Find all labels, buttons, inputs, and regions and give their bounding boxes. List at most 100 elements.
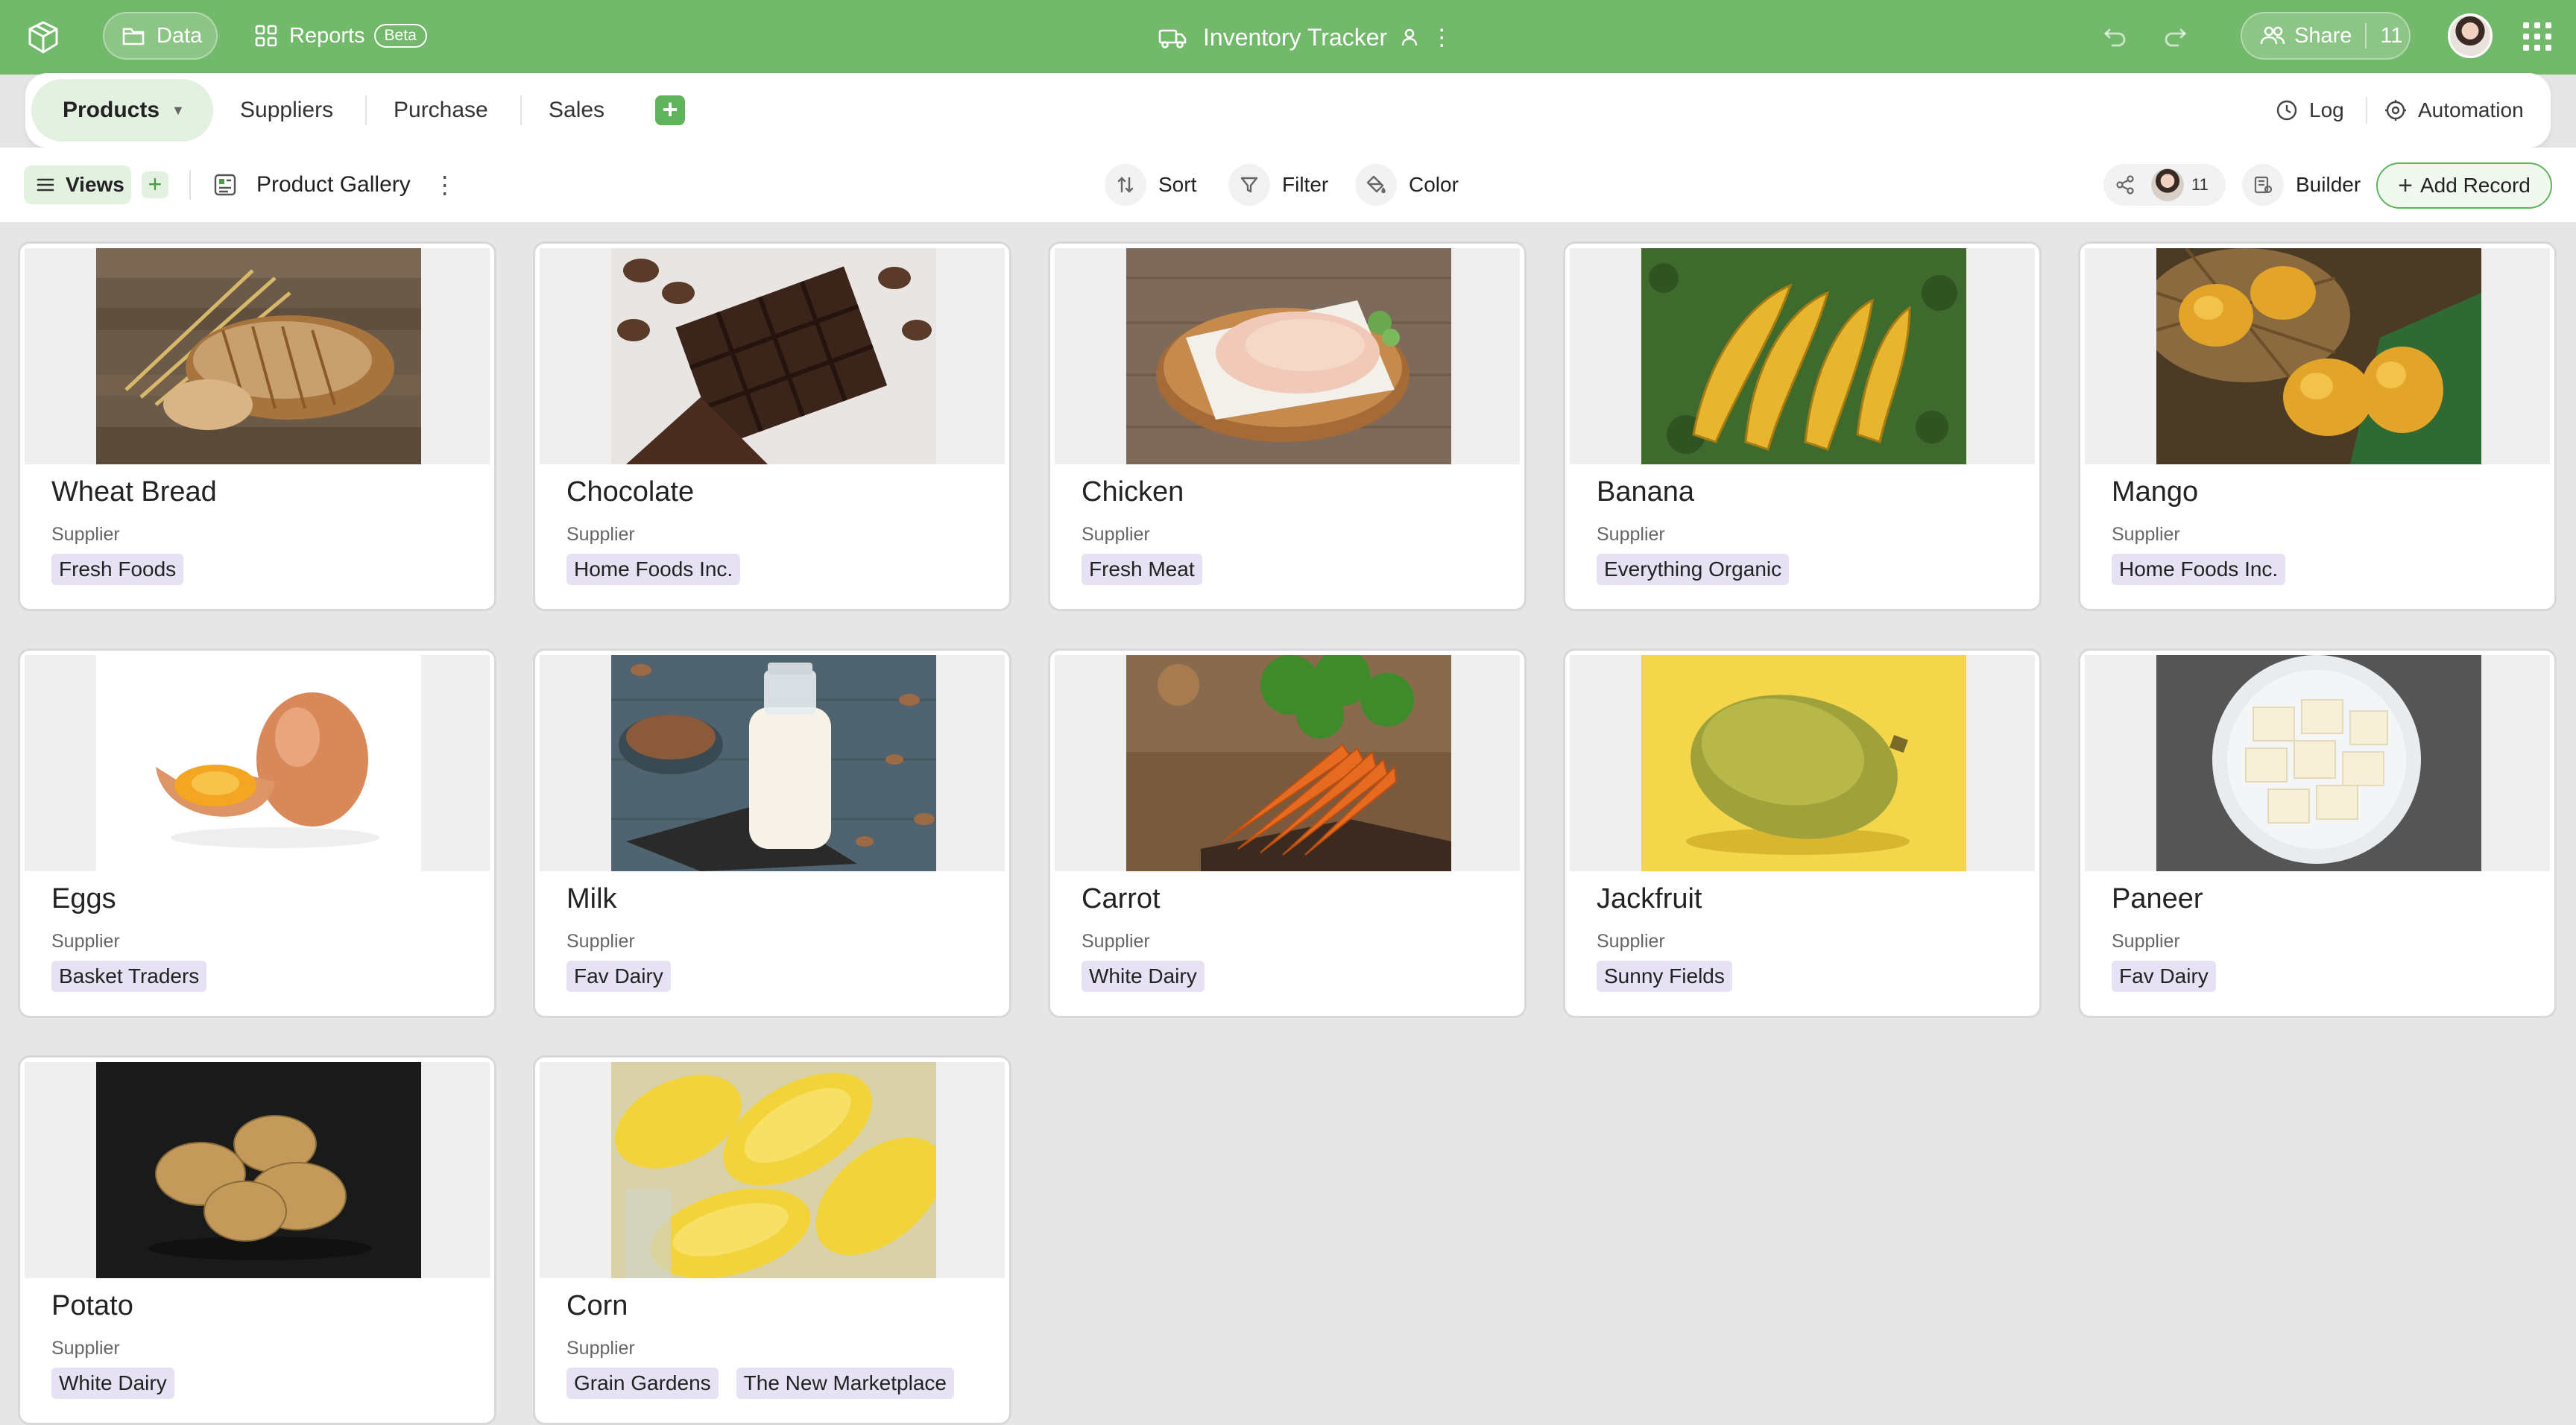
card-image-area <box>2085 655 2550 871</box>
supplier-field-label: Supplier <box>566 524 635 545</box>
card-image-area <box>2085 248 2550 464</box>
supplier-field-label: Supplier <box>1597 931 1665 952</box>
card-image-area <box>1570 655 2035 871</box>
card-image-area <box>540 1062 1005 1278</box>
product-card[interactable]: Milk Supplier Fav Dairy <box>533 648 1011 1018</box>
supplier-tag: Fresh Meat <box>1082 554 1202 585</box>
share-count: 11 <box>2380 23 2403 48</box>
product-card[interactable]: Paneer Supplier Fav Dairy <box>2078 648 2557 1018</box>
user-lock-icon[interactable] <box>1399 27 1420 48</box>
product-card[interactable]: Chicken Supplier Fresh Meat <box>1048 241 1527 611</box>
add-table-button[interactable]: + <box>655 95 685 125</box>
sort-button[interactable]: Sort <box>1105 164 1196 206</box>
tab-suppliers[interactable]: Suppliers <box>240 79 333 142</box>
clock-icon <box>2276 100 2297 121</box>
supplier-tag: Fav Dairy <box>566 961 671 992</box>
product-card[interactable]: Banana Supplier Everything Organic <box>1563 241 2042 611</box>
card-image-area <box>25 1062 490 1278</box>
product-name: Chicken <box>1082 476 1184 508</box>
supplier-tags: Everything Organic <box>1597 554 1790 585</box>
log-button[interactable]: Log <box>2275 92 2344 128</box>
undo-icon[interactable] <box>2102 22 2129 49</box>
add-record-button[interactable]: + Add Record <box>2376 162 2552 209</box>
color-label: Color <box>1409 173 1459 196</box>
filter-button[interactable]: Filter <box>1228 164 1328 206</box>
automation-button[interactable]: Automation <box>2384 92 2524 128</box>
redo-icon[interactable] <box>2162 22 2188 49</box>
apps-grid-icon[interactable] <box>2523 22 2551 51</box>
add-view-button[interactable]: + <box>142 171 168 198</box>
card-image-area <box>1055 248 1520 464</box>
supplier-field-label: Supplier <box>51 524 120 545</box>
supplier-tags: Sunny Fields <box>1597 961 1732 992</box>
share-button[interactable]: Share 11 <box>2241 12 2411 60</box>
product-photo <box>1641 248 1966 464</box>
automation-label: Automation <box>2418 98 2524 121</box>
supplier-tags: Fav Dairy <box>2112 961 2216 992</box>
product-card[interactable]: Potato Supplier White Dairy <box>18 1055 496 1425</box>
tab-purchase[interactable]: Purchase <box>394 79 488 142</box>
share-divider <box>2365 23 2367 48</box>
card-image-area <box>540 248 1005 464</box>
title-more-icon[interactable]: ⋮ <box>1430 25 1453 51</box>
chevron-down-icon[interactable]: ▼ <box>171 103 185 119</box>
folder-icon <box>122 28 145 45</box>
product-card[interactable]: Mango Supplier Home Foods Inc. <box>2078 241 2557 611</box>
product-photo <box>611 1062 936 1278</box>
supplier-tag: Fresh Foods <box>51 554 184 585</box>
supplier-tags: Grain Gardens The New Marketplace <box>566 1368 954 1399</box>
app-title-area[interactable]: Inventory Tracker ⋮ <box>1157 18 1453 57</box>
tab-products[interactable]: Products ▼ <box>31 79 213 142</box>
card-image-area <box>25 248 490 464</box>
product-name: Wheat Bread <box>51 476 217 508</box>
product-card[interactable]: Chocolate Supplier Home Foods Inc. <box>533 241 1011 611</box>
reports-nav-button[interactable]: Reports Beta <box>250 12 437 60</box>
product-card[interactable]: Corn Supplier Grain Gardens The New Mark… <box>533 1055 1011 1425</box>
collaborator-count: 11 <box>2191 175 2209 194</box>
product-card[interactable]: Jackfruit Supplier Sunny Fields <box>1563 648 2042 1018</box>
product-photo <box>96 248 421 464</box>
data-nav-button[interactable]: Data <box>103 12 218 60</box>
supplier-tag: Fav Dairy <box>2112 961 2216 992</box>
product-name: Chocolate <box>566 476 695 508</box>
builder-label: Builder <box>2296 173 2361 196</box>
product-card[interactable]: Eggs Supplier Basket Traders <box>18 648 496 1018</box>
supplier-tag: White Dairy <box>51 1368 174 1399</box>
builder-button[interactable]: Builder <box>2242 164 2361 206</box>
user-avatar[interactable] <box>2448 13 2493 58</box>
supplier-tags: Home Foods Inc. <box>2112 554 2286 585</box>
add-record-label: Add Record <box>2419 174 2531 197</box>
tab-divider <box>520 95 522 125</box>
supplier-field-label: Supplier <box>1082 931 1150 952</box>
view-name: Product Gallery <box>256 172 411 197</box>
color-button[interactable]: Color <box>1355 164 1459 206</box>
supplier-tags: Fav Dairy <box>566 961 671 992</box>
views-button[interactable]: Views <box>24 165 131 204</box>
view-more-icon[interactable]: ⋮ <box>433 171 457 199</box>
product-card[interactable]: Wheat Bread Supplier Fresh Foods <box>18 241 496 611</box>
supplier-tag: White Dairy <box>1082 961 1205 992</box>
tab-sales[interactable]: Sales <box>549 79 604 142</box>
reports-nav-label: Reports <box>289 23 365 48</box>
product-name: Jackfruit <box>1597 883 1702 914</box>
supplier-tag: Home Foods Inc. <box>2112 554 2286 585</box>
current-view[interactable]: Product Gallery ⋮ <box>212 165 457 204</box>
product-name: Milk <box>566 883 617 914</box>
product-card[interactable]: Carrot Supplier White Dairy <box>1048 648 1527 1018</box>
product-photo <box>611 248 936 464</box>
tab-products-label: Products <box>63 98 160 122</box>
product-name: Mango <box>2112 476 2199 508</box>
collaborators-button[interactable]: 11 <box>2103 164 2226 206</box>
app-logo-icon[interactable] <box>25 19 61 55</box>
supplier-tag: Everything Organic <box>1597 554 1790 585</box>
supplier-field-label: Supplier <box>566 931 635 952</box>
product-gallery: Wheat Bread Supplier Fresh Foods Chocola… <box>18 241 2560 1425</box>
product-photo <box>611 655 936 871</box>
top-bar: Data Reports Beta Inventory Tracker ⋮ Sh… <box>0 0 2576 75</box>
supplier-tags: White Dairy <box>1082 961 1205 992</box>
filter-icon <box>1240 177 1258 193</box>
supplier-tag: The New Marketplace <box>736 1368 954 1399</box>
menu-icon <box>37 178 54 192</box>
product-name: Eggs <box>51 883 116 914</box>
supplier-tags: Home Foods Inc. <box>566 554 741 585</box>
